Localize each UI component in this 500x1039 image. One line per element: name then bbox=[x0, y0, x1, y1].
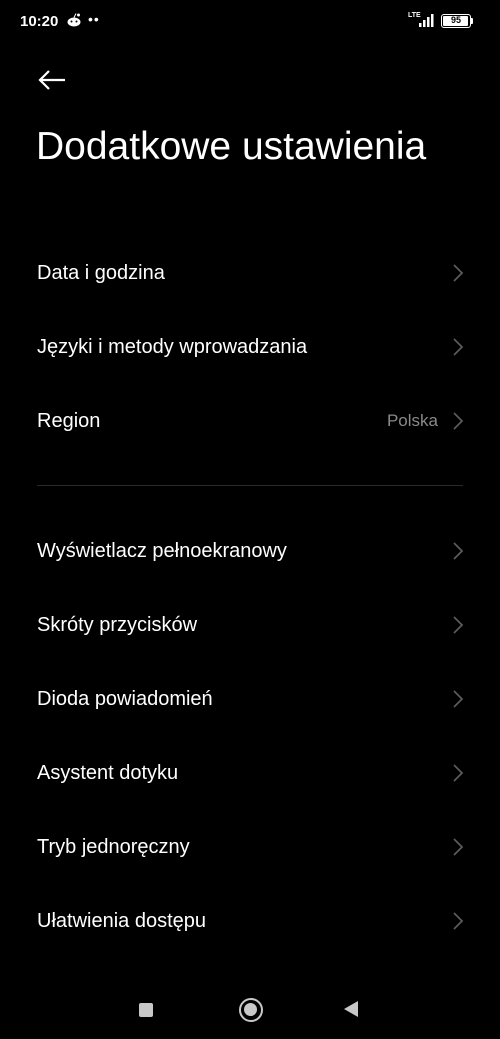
settings-item-one-handed-mode[interactable]: Tryb jednoręczny bbox=[0, 812, 500, 882]
settings-item-touch-assistant[interactable]: Asystent dotyku bbox=[0, 738, 500, 808]
item-label: Region bbox=[37, 409, 101, 432]
item-label: Skróty przycisków bbox=[37, 613, 198, 636]
circle-home-icon[interactable] bbox=[239, 998, 263, 1022]
back-button[interactable] bbox=[30, 60, 74, 100]
chevron-right-icon bbox=[453, 838, 464, 856]
navigation-bar bbox=[0, 980, 500, 1039]
page-title: Dodatkowe ustawienia bbox=[36, 125, 427, 168]
settings-item-accessibility[interactable]: Ułatwienia dostępu bbox=[0, 886, 500, 956]
settings-item-notification-light[interactable]: Dioda powiadomień bbox=[0, 664, 500, 734]
item-label: Ułatwienia dostępu bbox=[37, 909, 206, 932]
item-label: Tryb jednoręczny bbox=[37, 835, 190, 858]
arrow-left-icon bbox=[38, 70, 65, 90]
chevron-right-icon bbox=[453, 412, 464, 430]
item-label: Data i godzina bbox=[37, 261, 165, 284]
settings-item-fullscreen-display[interactable]: Wyświetlacz pełnoekranowy bbox=[0, 516, 500, 586]
signal-icon bbox=[419, 14, 434, 27]
chevron-right-icon bbox=[453, 764, 464, 782]
settings-item-date-time[interactable]: Data i godzina bbox=[0, 238, 500, 308]
notification-dots: •• bbox=[88, 11, 100, 27]
settings-item-button-shortcuts[interactable]: Skróty przycisków bbox=[0, 590, 500, 660]
settings-item-region[interactable]: Region Polska bbox=[0, 386, 500, 456]
section-divider bbox=[37, 485, 463, 486]
item-label: Wyświetlacz pełnoekranowy bbox=[37, 539, 287, 562]
triangle-back-icon[interactable] bbox=[344, 1001, 358, 1017]
square-recents-icon[interactable] bbox=[139, 1003, 153, 1017]
chevron-right-icon bbox=[453, 338, 464, 356]
item-label: Dioda powiadomień bbox=[37, 687, 213, 710]
item-value: Polska bbox=[386, 411, 438, 430]
status-time: 10:20 bbox=[20, 13, 59, 30]
settings-item-languages[interactable]: Języki i metody wprowadzania bbox=[0, 312, 500, 382]
battery-level: 95 bbox=[450, 15, 461, 25]
chevron-right-icon bbox=[453, 542, 464, 560]
battery-icon: 95 bbox=[441, 14, 471, 28]
battery-tip bbox=[471, 18, 473, 24]
chevron-right-icon bbox=[453, 912, 464, 930]
item-label: Asystent dotyku bbox=[37, 761, 179, 784]
chevron-right-icon bbox=[453, 616, 464, 634]
status-bar: 10:20 •• LTE 95 bbox=[0, 0, 500, 42]
home-inner-dot bbox=[244, 1003, 257, 1016]
chevron-right-icon bbox=[453, 690, 464, 708]
item-label: Języki i metody wprowadzania bbox=[37, 335, 308, 358]
chevron-right-icon bbox=[453, 264, 464, 282]
reddit-icon bbox=[67, 13, 81, 27]
